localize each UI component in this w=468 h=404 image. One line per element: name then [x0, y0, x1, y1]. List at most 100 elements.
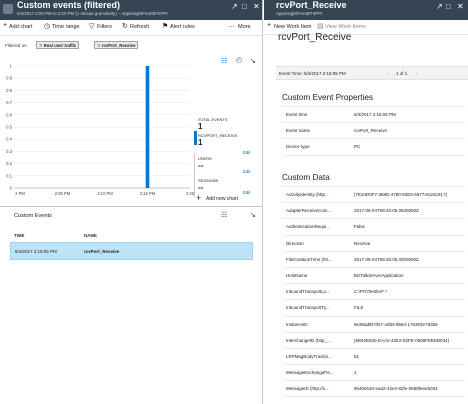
divider [194, 153, 195, 175]
data-key: HostName [286, 272, 308, 278]
data-key: InstanceID [286, 321, 308, 327]
custom-data-heading: Custom Data [282, 173, 330, 182]
property-key: Event time [286, 112, 308, 117]
custom-data-row: AuthenticationRequi... False [282, 219, 465, 236]
more-button[interactable]: More [238, 24, 251, 30]
refresh-button[interactable]: Refresh [130, 24, 149, 30]
close-icon[interactable]: ✕ [253, 3, 260, 11]
series-color-swatch [194, 131, 197, 145]
y-tick-label: 0 [10, 186, 13, 191]
grid-view-icon[interactable]: ☷ [221, 57, 227, 65]
add-icon: + [267, 22, 272, 29]
event-time-label: Event Time: 5/4/2017 2:15:05 PM [279, 71, 346, 76]
data-value: 6b40eb20-eaa2-42e2-82fe-0568feeeb034 [354, 386, 438, 392]
column-header-time[interactable]: TIME [14, 233, 25, 238]
divider [194, 175, 195, 197]
y-tick-label: 0.6 [6, 112, 12, 117]
custom-data-row: InboundTransportTy... FILE [282, 300, 465, 317]
data-value: BizTalkServerApplication [354, 272, 404, 278]
maximize-icon[interactable]: □ [242, 3, 247, 11]
custom-data-row: LRPMsgBodyTrackin... 51 [282, 349, 465, 366]
edit-link[interactable]: Edit [243, 150, 250, 155]
edit-link[interactable]: Edit [243, 169, 250, 174]
view-work-items-button[interactable]: View Work Items [325, 24, 366, 30]
custom-events-heading: Custom Events [14, 213, 52, 219]
data-value: 51 [354, 353, 360, 359]
data-value: 2017-05-04T08:45:05.0000000Z [354, 256, 419, 262]
custom-data-row: ActivityIdentity (http... {7E34D0F7-368D-… [282, 187, 465, 204]
maximize-icon[interactable]: □ [446, 3, 451, 11]
column-header-name[interactable]: NAME [84, 233, 97, 238]
table-row[interactable]: 5/4/2017 2:15:05 PM rcvPort_Receive [10, 242, 253, 260]
property-value: PC [354, 144, 361, 150]
y-tick-label: 0.8 [6, 88, 12, 93]
filters-button[interactable]: Filters [97, 24, 112, 30]
history-icon[interactable]: ◴ [236, 56, 242, 64]
grid-view-icon[interactable]: ☷ [221, 211, 227, 219]
alert-rules-button[interactable]: Alert rules [170, 24, 195, 30]
custom-data-row: FileCreationTime (htt... 2017-05-04T08:45… [282, 252, 465, 268]
filter-chip-rcvport[interactable]: ✕ rcvPort_Receive [94, 41, 139, 49]
sessions-value: -- [198, 183, 204, 192]
row-time: 5/4/2017 2:15:05 PM [15, 249, 57, 254]
rcvport-value: 1 [198, 138, 203, 147]
data-bar [145, 66, 150, 188]
bell-icon: ⚑ [162, 23, 169, 30]
work-items-icon: ▤ [317, 23, 324, 30]
panel-title: Custom events (filtered) [17, 0, 121, 10]
prev-event-icon[interactable]: ‹ [388, 71, 390, 76]
add-new-chart-button[interactable]: Add new chart [206, 196, 238, 202]
rcvport-label: RCVPORT_RECEIVE [198, 133, 238, 138]
y-tick-label: 0.1 [6, 173, 12, 178]
property-value: 5/4/2017 2:15:05 PM [354, 112, 396, 117]
detail-title: rcvPort_Receive [276, 0, 347, 10]
refresh-icon: ↻ [122, 23, 128, 30]
y-tick-label: 0.5 [6, 125, 12, 130]
data-value: False [354, 224, 366, 230]
chart-app-icon [3, 4, 13, 14]
time-range-button[interactable]: Time range [52, 24, 80, 30]
pin-chart-icon[interactable]: ↘ [250, 57, 256, 65]
properties-heading: Custom Event Properties [282, 93, 374, 102]
event-detail-panel: rcvPort_Receive AppInsightFromBTIIPPI ↗ … [264, 0, 468, 404]
filtered-on-label: Filtered on [5, 43, 27, 48]
data-value: 1 [354, 370, 357, 376]
x-tick-label: 2:15 PM [140, 191, 156, 196]
close-icon[interactable]: ✕ [457, 3, 464, 11]
events-bar-chart: 1 0.9 0.8 0.7 0.6 0.5 0.4 0.3 0.2 0.1 02 PM 2:05 PM… [6, 64, 195, 197]
chip-label: Real user traffic [43, 43, 77, 48]
y-tick-label: 0.9 [6, 76, 12, 81]
y-tick-label: 1 [10, 64, 13, 69]
data-key: InboundTransportLo... [286, 289, 331, 295]
event-title: rcvPort_Receive [278, 32, 352, 43]
data-key: MessageID (http://s... [286, 386, 329, 392]
left-title-bar: Custom events (filtered) 5/4/2017 2:00 P… [0, 0, 262, 20]
detail-subtitle: AppInsightFromBTIIPPI [276, 11, 323, 16]
pin-list-icon[interactable]: ↘ [250, 211, 256, 219]
edit-link[interactable]: Edit [243, 190, 250, 195]
x-tick-label: 2:10 PM [97, 191, 113, 196]
data-value: FILE [354, 305, 364, 311]
custom-data-row: AdapterReceiveCom... 2017-05-04T08:45:05.… [282, 203, 465, 220]
add-icon: + [196, 193, 202, 203]
add-chart-button[interactable]: Add chart [9, 24, 33, 30]
pin-icon[interactable]: ↗ [231, 3, 238, 11]
custom-data-row: MessageExchangePa... 1 [282, 365, 465, 382]
data-value: {7E34D0F7-368D-4780-92E5-5677A516C817} [354, 192, 448, 197]
x-tick-label: 2:05 PM [55, 191, 71, 196]
property-value: rcvPort_Receive [354, 128, 388, 134]
data-key: MessageExchangePa... [286, 370, 334, 376]
pin-icon[interactable]: ↗ [436, 3, 443, 11]
filter-chip-real-user-traffic[interactable]: ✕ Real user traffic [36, 41, 80, 49]
custom-data-table: ActivityIdentity (http... {7E34D0F7-368D-… [282, 186, 465, 398]
row-name: rcvPort_Receive [84, 249, 120, 254]
section-divider [0, 206, 262, 207]
custom-data-row: Direction Receive [282, 236, 465, 252]
data-value: 2017-05-04T08:45:05.0840000Z [354, 208, 419, 214]
pager-label: 1 of 1 [396, 71, 408, 76]
new-work-item-button[interactable]: New Work Item [274, 24, 312, 30]
property-row: Device type PC [282, 139, 465, 156]
next-event-icon[interactable]: › [416, 71, 418, 76]
total-events-value: 1 [198, 122, 203, 131]
data-value: Receive [354, 240, 371, 246]
